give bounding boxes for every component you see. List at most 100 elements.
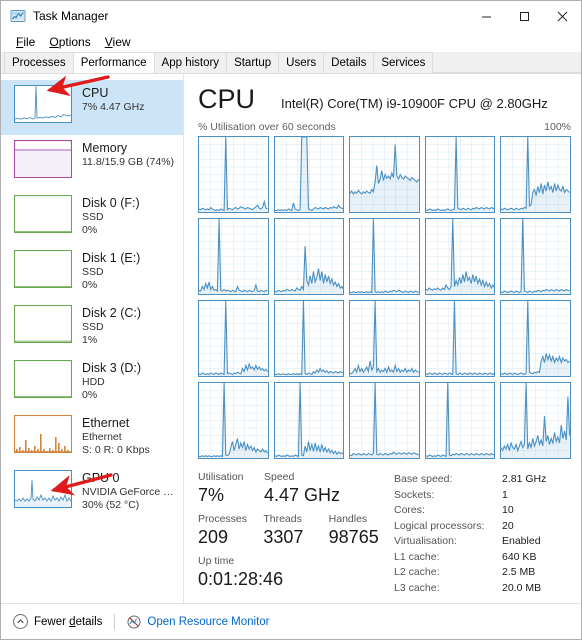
disk-3-thumbnail	[14, 360, 72, 398]
tab-users[interactable]: Users	[278, 52, 325, 73]
stat-speed: Speed 4.47 GHz	[264, 471, 372, 506]
spec-key: Base speed:	[394, 473, 453, 485]
cpu-core-graph[interactable]	[198, 382, 269, 459]
cpu-stats-primary: Utilisation 7% Speed 4.47 GHz Processes …	[198, 471, 394, 597]
tab-strip-filler	[432, 52, 581, 73]
tab-details[interactable]: Details	[323, 52, 375, 73]
cpu-core-graph[interactable]	[349, 300, 420, 377]
stat-handles: Handles 98765	[329, 513, 394, 548]
status-bar: Fewer details Open Resource Monitor	[1, 603, 581, 639]
spec-value: 20	[502, 519, 514, 532]
performance-detail-panel: CPU Intel(R) Core(TM) i9-10900F CPU @ 2.…	[184, 74, 581, 603]
cpu-core-graph[interactable]	[500, 136, 571, 213]
spec-row: L1 cache: 640 KB	[394, 550, 569, 566]
sidebar-text-cpu: CPU 7% 4.47 GHz	[82, 85, 144, 114]
cpu-model-label: Intel(R) Core(TM) i9-10900F CPU @ 2.80GH…	[281, 96, 548, 111]
fewer-details-button[interactable]: Fewer details	[13, 614, 102, 629]
logical-processor-grid[interactable]	[198, 136, 573, 459]
spec-key: L3 cache:	[394, 581, 440, 594]
tab-startup[interactable]: Startup	[226, 52, 280, 73]
page-title: CPU	[198, 84, 256, 114]
tab-services[interactable]: Services	[373, 52, 434, 73]
sidebar-item-memory[interactable]: Memory 11.8/15.9 GB (74%)	[1, 135, 183, 190]
graph-caption-right: 100%	[544, 121, 571, 133]
cpu-core-graph[interactable]	[424, 218, 496, 295]
graph-caption: % Utilisation over 60 seconds 100%	[198, 121, 573, 133]
close-button[interactable]	[543, 1, 581, 31]
sidebar-item-sub2: S: 0 R: 0 Kbps	[82, 444, 150, 456]
task-manager-window: Task Manager File Options View Processes…	[0, 0, 582, 640]
sidebar-item-disk-2[interactable]: Disk 2 (C:) SSD 1%	[1, 300, 183, 355]
sidebar-item-sub1: HDD	[82, 376, 105, 388]
gpu-thumbnail	[14, 470, 72, 508]
cpu-core-graph[interactable]	[500, 300, 571, 377]
cpu-core-graph[interactable]	[500, 218, 571, 295]
sidebar-item-sub1: 7% 4.47 GHz	[82, 101, 145, 113]
spec-key: Logical processors:	[394, 519, 485, 532]
cpu-core-graph[interactable]	[198, 136, 269, 213]
tab-performance[interactable]: Performance	[72, 52, 155, 73]
sidebar-item-sub2: 1%	[82, 334, 98, 346]
spec-row: Base speed: 2.81 GHz	[394, 472, 569, 488]
spec-row: L2 cache: 2.5 MB	[394, 565, 569, 581]
spec-key: Virtualisation:	[394, 535, 457, 547]
cpu-core-graph[interactable]	[198, 218, 269, 295]
cpu-core-graph[interactable]	[424, 382, 496, 459]
window-title: Task Manager	[33, 9, 109, 23]
spec-value: 10	[502, 504, 514, 516]
minimize-button[interactable]	[467, 1, 505, 31]
cpu-core-graph[interactable]	[198, 300, 269, 377]
stat-value: 0:01:28:46	[198, 569, 284, 589]
maximize-button[interactable]	[505, 1, 543, 31]
sidebar-item-gpu-0[interactable]: GPU 0 NVIDIA GeForce R... 30% (52 °C)	[1, 465, 183, 520]
menu-file[interactable]: File	[9, 33, 42, 51]
cpu-core-graph[interactable]	[273, 382, 345, 459]
sidebar-item-sub1: SSD	[82, 321, 104, 333]
sidebar-item-sub1: SSD	[82, 211, 104, 223]
cpu-core-graph[interactable]	[424, 300, 496, 377]
resource-sidebar[interactable]: CPU 7% 4.47 GHz Memory 11.8/15.9 GB (74%…	[1, 74, 184, 603]
cpu-core-graph[interactable]	[273, 218, 345, 295]
open-resource-monitor-label: Open Resource Monitor	[147, 615, 270, 628]
stat-label: Utilisation	[198, 471, 244, 483]
cpu-core-graph[interactable]	[349, 218, 420, 295]
cpu-core-graph[interactable]	[349, 382, 420, 459]
sidebar-item-disk-0[interactable]: Disk 0 (F:) SSD 0%	[1, 190, 183, 245]
cpu-core-graph[interactable]	[273, 300, 345, 377]
cpu-core-graph[interactable]	[273, 136, 345, 213]
sidebar-item-disk-3[interactable]: Disk 3 (D:) HDD 0%	[1, 355, 183, 410]
spec-row: L3 cache: 20.0 MB	[394, 581, 569, 597]
sidebar-item-cpu[interactable]: CPU 7% 4.47 GHz	[1, 80, 183, 135]
stat-utilisation: Utilisation 7%	[198, 471, 264, 506]
sidebar-text-disk-1: Disk 1 (E:) SSD 0%	[82, 250, 140, 292]
menu-options[interactable]: Options	[42, 33, 97, 51]
ethernet-thumbnail	[14, 415, 72, 453]
tab-app-history[interactable]: App history	[153, 52, 228, 73]
sidebar-item-ethernet[interactable]: Ethernet Ethernet S: 0 R: 0 Kbps	[1, 410, 183, 465]
spec-row: Sockets: 1	[394, 488, 569, 504]
resource-monitor-icon	[127, 615, 141, 629]
sidebar-item-sub2: 0%	[82, 279, 98, 291]
sidebar-text-disk-2: Disk 2 (C:) SSD 1%	[82, 305, 141, 347]
spec-row: Cores: 10	[394, 503, 569, 519]
menu-bar: File Options View	[1, 31, 581, 52]
cpu-stats-specs: Base speed: 2.81 GHz Sockets: 1 Cores: 10 Logi…	[394, 471, 569, 597]
cpu-core-graph[interactable]	[500, 382, 571, 459]
sidebar-item-sub2: 0%	[82, 389, 98, 401]
title-bar: Task Manager	[1, 1, 581, 31]
cpu-core-graph[interactable]	[349, 136, 420, 213]
tab-processes[interactable]: Processes	[4, 52, 74, 73]
content-area: CPU 7% 4.47 GHz Memory 11.8/15.9 GB (74%…	[1, 74, 581, 603]
spec-value: Enabled	[502, 535, 541, 547]
cpu-core-graph[interactable]	[424, 136, 496, 213]
menu-view[interactable]: View	[98, 33, 138, 51]
stat-label: Threads	[263, 513, 302, 525]
disk-1-thumbnail	[14, 250, 72, 288]
sidebar-text-memory: Memory 11.8/15.9 GB (74%)	[82, 140, 174, 169]
stat-row: Processes 209 Threads 3307 Handles 98765	[198, 513, 394, 548]
sidebar-item-sub1: 11.8/15.9 GB (74%)	[82, 156, 175, 168]
sidebar-item-disk-1[interactable]: Disk 1 (E:) SSD 0%	[1, 245, 183, 300]
fewer-details-label: Fewer details	[34, 615, 103, 628]
sidebar-item-sub2: 30% (52 °C)	[82, 499, 140, 511]
open-resource-monitor-link[interactable]: Open Resource Monitor	[127, 615, 270, 629]
